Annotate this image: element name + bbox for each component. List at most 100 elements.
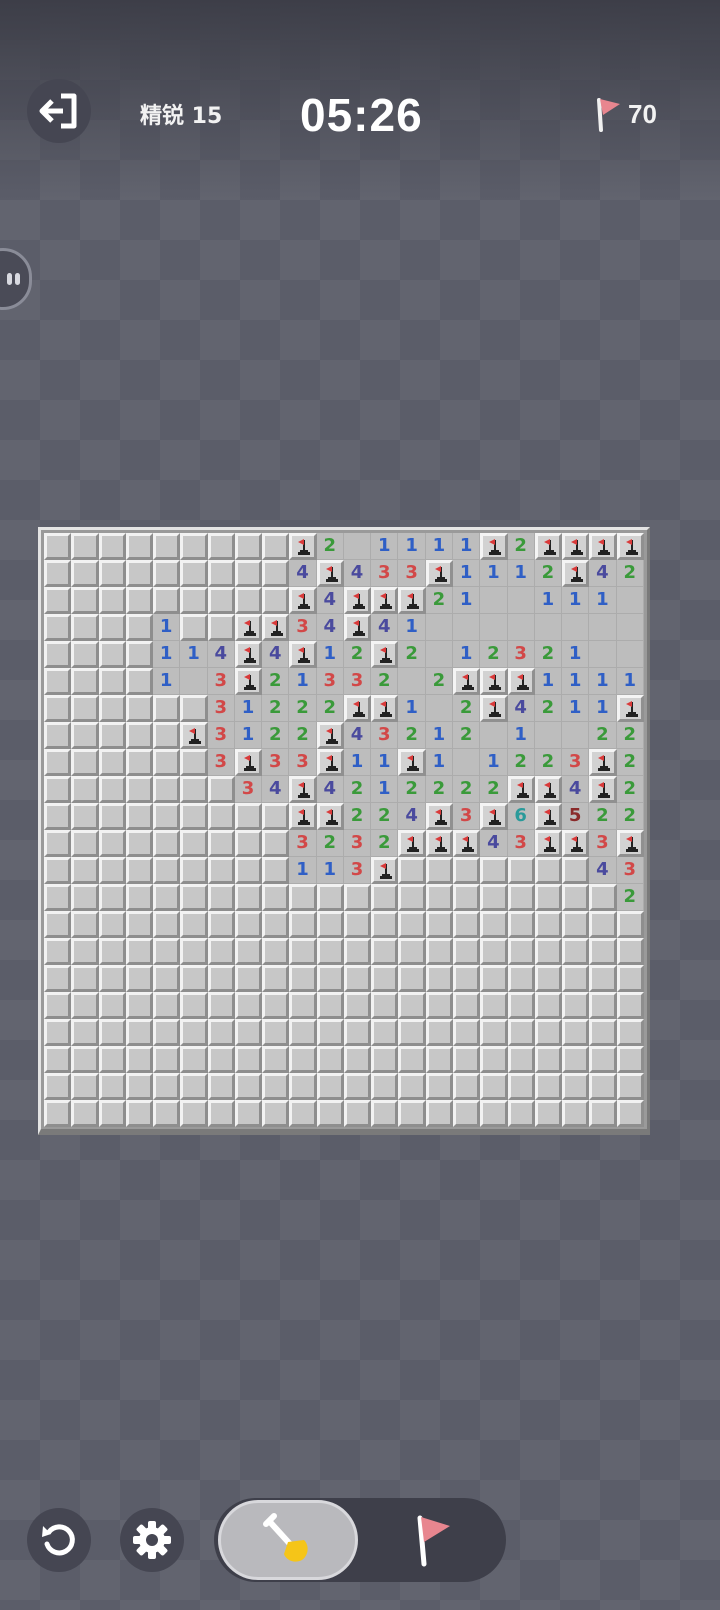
hidden-cell[interactable] <box>44 776 72 803</box>
hidden-cell[interactable] <box>180 1019 208 1046</box>
flagged-cell[interactable] <box>507 668 535 695</box>
hidden-cell[interactable] <box>71 1019 99 1046</box>
hidden-cell[interactable] <box>371 965 399 992</box>
flagged-cell[interactable] <box>616 830 644 857</box>
flagged-cell[interactable] <box>180 722 208 749</box>
hidden-cell[interactable] <box>616 1100 644 1127</box>
hidden-cell[interactable] <box>398 965 426 992</box>
hidden-cell[interactable] <box>262 857 290 884</box>
hidden-cell[interactable] <box>44 1100 72 1127</box>
flagged-cell[interactable] <box>343 695 372 722</box>
hidden-cell[interactable] <box>153 587 181 614</box>
hidden-cell[interactable] <box>452 1019 481 1046</box>
exit-button[interactable] <box>27 79 91 143</box>
flag-mode-button[interactable] <box>362 1500 502 1580</box>
hidden-cell[interactable] <box>125 533 154 560</box>
hidden-cell[interactable] <box>44 857 72 884</box>
hidden-cell[interactable] <box>589 1046 617 1073</box>
hidden-cell[interactable] <box>98 857 126 884</box>
hidden-cell[interactable] <box>180 1073 208 1100</box>
hidden-cell[interactable] <box>234 1019 263 1046</box>
hidden-cell[interactable] <box>71 587 99 614</box>
hidden-cell[interactable] <box>125 749 154 776</box>
hidden-cell[interactable] <box>507 911 535 938</box>
hidden-cell[interactable] <box>452 884 481 911</box>
hidden-cell[interactable] <box>153 830 181 857</box>
hidden-cell[interactable] <box>44 803 72 830</box>
flagged-cell[interactable] <box>425 560 453 587</box>
hidden-cell[interactable] <box>616 938 644 965</box>
hidden-cell[interactable] <box>71 668 99 695</box>
hidden-cell[interactable] <box>562 1100 590 1127</box>
hidden-cell[interactable] <box>153 560 181 587</box>
hidden-cell[interactable] <box>480 857 508 884</box>
hidden-cell[interactable] <box>425 857 453 884</box>
hidden-cell[interactable] <box>262 938 290 965</box>
hidden-cell[interactable] <box>71 965 99 992</box>
hidden-cell[interactable] <box>562 965 590 992</box>
hidden-cell[interactable] <box>589 1019 617 1046</box>
hidden-cell[interactable] <box>316 1073 344 1100</box>
hidden-cell[interactable] <box>98 587 126 614</box>
hidden-cell[interactable] <box>44 587 72 614</box>
hidden-cell[interactable] <box>289 884 317 911</box>
hidden-cell[interactable] <box>125 803 154 830</box>
hidden-cell[interactable] <box>534 911 563 938</box>
hidden-cell[interactable] <box>44 884 72 911</box>
hidden-cell[interactable] <box>507 857 535 884</box>
hidden-cell[interactable] <box>153 803 181 830</box>
hidden-cell[interactable] <box>98 749 126 776</box>
hidden-cell[interactable] <box>44 668 72 695</box>
hidden-cell[interactable] <box>343 992 372 1019</box>
hidden-cell[interactable] <box>153 1046 181 1073</box>
hidden-cell[interactable] <box>44 1019 72 1046</box>
hidden-cell[interactable] <box>153 965 181 992</box>
hidden-cell[interactable] <box>316 911 344 938</box>
hidden-cell[interactable] <box>125 641 154 668</box>
hidden-cell[interactable] <box>207 776 235 803</box>
hidden-cell[interactable] <box>589 992 617 1019</box>
hidden-cell[interactable] <box>98 1019 126 1046</box>
hidden-cell[interactable] <box>316 938 344 965</box>
hidden-cell[interactable] <box>44 992 72 1019</box>
hidden-cell[interactable] <box>534 1073 563 1100</box>
hidden-cell[interactable] <box>180 857 208 884</box>
hidden-cell[interactable] <box>153 695 181 722</box>
hidden-cell[interactable] <box>98 533 126 560</box>
hidden-cell[interactable] <box>616 911 644 938</box>
hidden-cell[interactable] <box>98 992 126 1019</box>
hidden-cell[interactable] <box>71 992 99 1019</box>
flagged-cell[interactable] <box>316 803 344 830</box>
flagged-cell[interactable] <box>371 587 399 614</box>
hidden-cell[interactable] <box>180 560 208 587</box>
hidden-cell[interactable] <box>289 1019 317 1046</box>
hidden-cell[interactable] <box>371 1019 399 1046</box>
hidden-cell[interactable] <box>234 965 263 992</box>
hidden-cell[interactable] <box>616 965 644 992</box>
flagged-cell[interactable] <box>262 614 290 641</box>
hidden-cell[interactable] <box>98 722 126 749</box>
hidden-cell[interactable] <box>44 938 72 965</box>
hidden-cell[interactable] <box>98 911 126 938</box>
hidden-cell[interactable] <box>589 1100 617 1127</box>
hidden-cell[interactable] <box>425 911 453 938</box>
hidden-cell[interactable] <box>180 938 208 965</box>
flagged-cell[interactable] <box>343 587 372 614</box>
hidden-cell[interactable] <box>153 1073 181 1100</box>
hidden-cell[interactable] <box>343 1100 372 1127</box>
hidden-cell[interactable] <box>207 992 235 1019</box>
hidden-cell[interactable] <box>71 614 99 641</box>
hidden-cell[interactable] <box>153 749 181 776</box>
hidden-cell[interactable] <box>44 533 72 560</box>
hidden-cell[interactable] <box>316 1100 344 1127</box>
hidden-cell[interactable] <box>71 722 99 749</box>
hidden-cell[interactable] <box>534 1100 563 1127</box>
hidden-cell[interactable] <box>262 1019 290 1046</box>
hidden-cell[interactable] <box>425 1073 453 1100</box>
hidden-cell[interactable] <box>44 1046 72 1073</box>
hidden-cell[interactable] <box>289 1073 317 1100</box>
hidden-cell[interactable] <box>425 884 453 911</box>
flagged-cell[interactable] <box>289 776 317 803</box>
hidden-cell[interactable] <box>207 560 235 587</box>
hidden-cell[interactable] <box>425 1100 453 1127</box>
